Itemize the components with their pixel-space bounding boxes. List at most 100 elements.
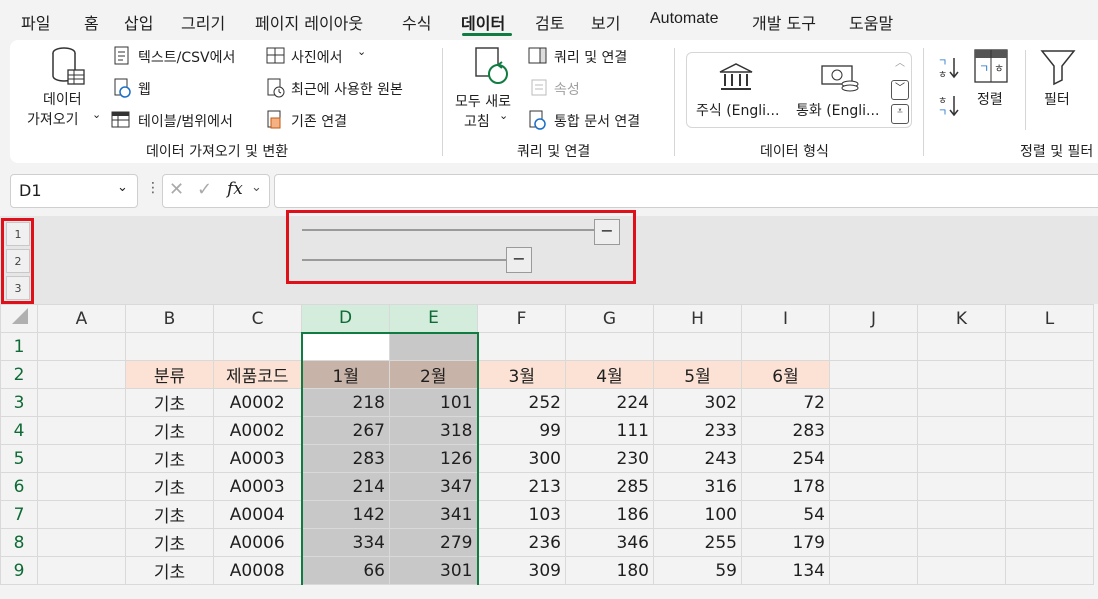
table-cell[interactable]: A0003 xyxy=(213,472,302,501)
row-header-4[interactable]: 4 xyxy=(0,416,38,445)
cell[interactable] xyxy=(653,332,742,361)
table-cell[interactable]: 347 xyxy=(389,472,479,501)
cell[interactable] xyxy=(1005,528,1094,557)
cell[interactable] xyxy=(829,332,918,361)
table-cell[interactable]: 54 xyxy=(741,500,830,529)
cell[interactable] xyxy=(37,472,126,501)
table-cell[interactable]: 243 xyxy=(653,444,742,473)
cell[interactable] xyxy=(37,416,126,445)
table-cell[interactable]: A0004 xyxy=(213,500,302,529)
row-header-6[interactable]: 6 xyxy=(0,472,38,501)
header-cell[interactable]: 제품코드 xyxy=(213,360,302,389)
cell[interactable] xyxy=(37,444,126,473)
web-button[interactable]: 웹 xyxy=(138,79,151,99)
table-cell[interactable]: 기초 xyxy=(125,416,214,445)
cell[interactable] xyxy=(125,332,214,361)
cell[interactable] xyxy=(829,500,918,529)
tab-file[interactable]: 파일 xyxy=(21,10,50,34)
table-cell[interactable]: 224 xyxy=(565,388,654,417)
table-cell[interactable]: 236 xyxy=(477,528,566,557)
edit-links-button[interactable]: 통합 문서 연결 xyxy=(554,111,640,131)
table-cell[interactable]: 255 xyxy=(653,528,742,557)
cell[interactable] xyxy=(829,444,918,473)
table-cell[interactable]: 309 xyxy=(477,556,566,585)
sort-asc-icon[interactable]: ㄱㅎ xyxy=(936,54,960,84)
refresh-all-label-1[interactable]: 모두 새로 xyxy=(455,91,511,111)
cell[interactable] xyxy=(37,388,126,417)
header-cell[interactable]: 6월 xyxy=(741,360,830,389)
select-all-corner[interactable] xyxy=(0,304,38,333)
table-cell[interactable]: 302 xyxy=(653,388,742,417)
table-cell[interactable]: A0008 xyxy=(213,556,302,585)
tab-help[interactable]: 도움말 xyxy=(849,10,893,34)
table-cell[interactable]: 230 xyxy=(565,444,654,473)
column-header-b[interactable]: B xyxy=(125,304,214,333)
cell[interactable] xyxy=(917,528,1006,557)
table-cell[interactable]: A0002 xyxy=(213,388,302,417)
table-cell[interactable]: 101 xyxy=(389,388,479,417)
column-header-d[interactable]: D xyxy=(301,304,390,334)
column-header-g[interactable]: G xyxy=(565,304,654,333)
row-header-3[interactable]: 3 xyxy=(0,388,38,417)
table-cell[interactable]: A0006 xyxy=(213,528,302,557)
table-cell[interactable]: 334 xyxy=(300,528,390,557)
table-cell[interactable]: 66 xyxy=(300,556,390,585)
table-cell[interactable]: 279 xyxy=(389,528,479,557)
chevron-down-icon[interactable]: ⌄ xyxy=(499,109,508,122)
table-cell[interactable]: 134 xyxy=(741,556,830,585)
cell[interactable] xyxy=(1005,444,1094,473)
tab-insert[interactable]: 삽입 xyxy=(124,10,153,34)
chevron-down-icon[interactable]: ⌄ xyxy=(357,45,366,58)
currency-icon[interactable] xyxy=(820,62,860,98)
column-header-k[interactable]: K xyxy=(917,304,1006,333)
cell[interactable] xyxy=(389,332,479,361)
table-cell[interactable]: 301 xyxy=(389,556,479,585)
table-cell[interactable]: 기초 xyxy=(125,388,214,417)
cell[interactable] xyxy=(37,360,126,389)
cell[interactable] xyxy=(1005,500,1094,529)
cell[interactable] xyxy=(37,528,126,557)
cancel-icon[interactable]: ✕ xyxy=(169,179,184,200)
cell[interactable] xyxy=(1005,360,1094,389)
get-data-label-2[interactable]: 가져오기 xyxy=(27,109,79,129)
table-cell[interactable]: 233 xyxy=(653,416,742,445)
row-header-2[interactable]: 2 xyxy=(0,360,38,389)
cell[interactable] xyxy=(741,332,830,361)
table-cell[interactable]: 213 xyxy=(477,472,566,501)
cell[interactable] xyxy=(213,332,302,361)
column-header-l[interactable]: L xyxy=(1005,304,1094,333)
column-header-h[interactable]: H xyxy=(653,304,742,333)
filter-icon[interactable] xyxy=(1040,48,1076,90)
header-cell[interactable]: 1월 xyxy=(300,360,390,389)
header-cell[interactable]: 4월 xyxy=(565,360,654,389)
cell[interactable] xyxy=(1005,416,1094,445)
row-header-8[interactable]: 8 xyxy=(0,528,38,557)
formula-input[interactable] xyxy=(274,174,1098,208)
header-cell[interactable]: 분류 xyxy=(125,360,214,389)
get-data-label-1[interactable]: 데이터 xyxy=(43,89,82,109)
row-header-1[interactable]: 1 xyxy=(0,332,38,361)
table-cell[interactable]: 252 xyxy=(477,388,566,417)
table-cell[interactable]: 178 xyxy=(741,472,830,501)
text-csv-button[interactable]: 텍스트/CSV에서 xyxy=(138,47,235,67)
table-cell[interactable]: A0003 xyxy=(213,444,302,473)
cell[interactable] xyxy=(37,556,126,585)
cell[interactable] xyxy=(1005,332,1094,361)
cell[interactable] xyxy=(917,416,1006,445)
table-cell[interactable]: 기초 xyxy=(125,528,214,557)
table-cell[interactable]: 316 xyxy=(653,472,742,501)
column-header-e[interactable]: E xyxy=(389,304,478,334)
column-header-a[interactable]: A xyxy=(37,304,126,333)
tab-data[interactable]: 데이터 xyxy=(461,10,505,34)
row-header-9[interactable]: 9 xyxy=(0,556,38,585)
table-cell[interactable]: 214 xyxy=(300,472,390,501)
queries-connections-button[interactable]: 쿼리 및 연결 xyxy=(554,47,627,67)
column-header-f[interactable]: F xyxy=(477,304,566,333)
tab-view[interactable]: 보기 xyxy=(591,10,620,34)
table-cell[interactable]: 126 xyxy=(389,444,479,473)
tab-formulas[interactable]: 수식 xyxy=(402,10,431,34)
cell[interactable] xyxy=(917,472,1006,501)
cell[interactable] xyxy=(37,500,126,529)
table-cell[interactable]: 111 xyxy=(565,416,654,445)
table-cell[interactable]: 142 xyxy=(300,500,390,529)
